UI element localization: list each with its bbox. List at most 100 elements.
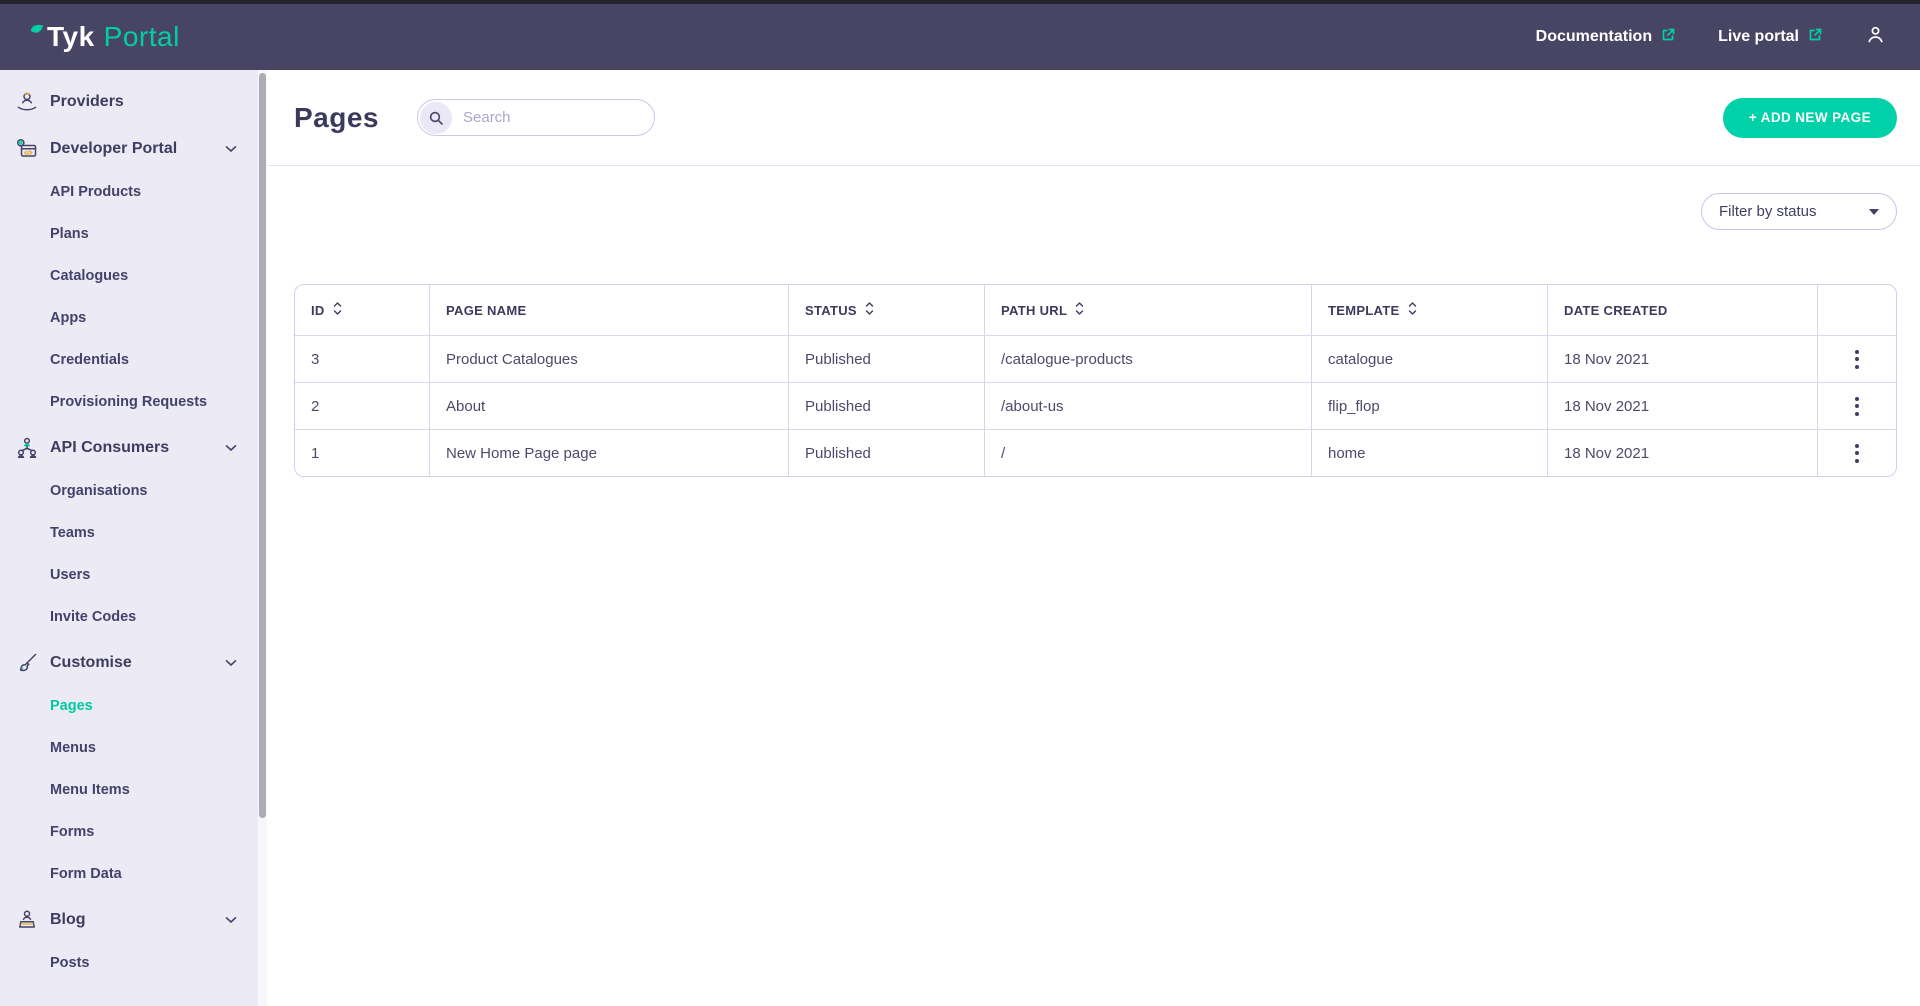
sidebar-item-api-products[interactable]: API Products bbox=[0, 171, 267, 213]
sidebar-item-label: Posts bbox=[50, 955, 90, 971]
documentation-link[interactable]: Documentation bbox=[1536, 27, 1676, 48]
sidebar-item-form-data[interactable]: Form Data bbox=[0, 853, 267, 895]
topbar-links: Documentation Live portal bbox=[1536, 24, 1886, 50]
chevron-down-icon bbox=[225, 916, 237, 924]
sidebar-scrollbar-thumb[interactable] bbox=[259, 73, 266, 818]
search-box bbox=[417, 99, 655, 136]
column-header-page-name[interactable]: PAGE NAME bbox=[429, 285, 788, 335]
column-header-path-url[interactable]: PATH URL bbox=[984, 285, 1311, 335]
cell-template: catalogue bbox=[1311, 335, 1547, 382]
row-actions-kebab-button[interactable] bbox=[1845, 391, 1869, 422]
cell-template: flip_flop bbox=[1311, 382, 1547, 429]
sidebar-item-label: Teams bbox=[50, 525, 95, 541]
filter-by-status-dropdown[interactable]: Filter by status bbox=[1701, 193, 1897, 230]
row-actions-kebab-button[interactable] bbox=[1845, 438, 1869, 469]
sidebar-item-label: Blog bbox=[50, 911, 86, 929]
chevron-down-icon bbox=[225, 444, 237, 452]
sidebar-item-label: Form Data bbox=[50, 866, 122, 882]
sidebar-item-apps[interactable]: Apps bbox=[0, 297, 267, 339]
dropdown-caret-icon bbox=[1869, 209, 1879, 215]
column-label: STATUS bbox=[805, 303, 857, 318]
cell-id: 1 bbox=[295, 429, 429, 476]
cell-path-url: / bbox=[984, 429, 1311, 476]
sidebar-item-label: Providers bbox=[50, 93, 124, 111]
column-header-status[interactable]: STATUS bbox=[788, 285, 984, 335]
cell-date-created: 18 Nov 2021 bbox=[1547, 429, 1817, 476]
sidebar: Providers Developer Portal API Products … bbox=[0, 70, 267, 1006]
cell-status: Published bbox=[788, 382, 984, 429]
sidebar-item-invite-codes[interactable]: Invite Codes bbox=[0, 596, 267, 638]
topbar: Tyk Portal Documentation Live portal bbox=[0, 4, 1920, 70]
developer-portal-icon bbox=[14, 136, 40, 162]
sidebar-item-catalogues[interactable]: Catalogues bbox=[0, 255, 267, 297]
column-header-template[interactable]: TEMPLATE bbox=[1311, 285, 1547, 335]
tyk-leaf-icon bbox=[30, 23, 44, 41]
cell-page-name: New Home Page page bbox=[429, 429, 788, 476]
column-label: PATH URL bbox=[1001, 303, 1067, 318]
row-actions-kebab-button[interactable] bbox=[1845, 344, 1869, 375]
table-row: 3 Product Catalogues Published /catalogu… bbox=[295, 335, 1896, 382]
cell-path-url: /about-us bbox=[984, 382, 1311, 429]
table-row: 1 New Home Page page Published / home 18… bbox=[295, 429, 1896, 476]
sidebar-item-label: Organisations bbox=[50, 483, 148, 499]
logo-brand-text: Tyk bbox=[47, 21, 95, 53]
cell-id: 2 bbox=[295, 382, 429, 429]
sidebar-item-credentials[interactable]: Credentials bbox=[0, 339, 267, 381]
sort-icon bbox=[1075, 301, 1084, 319]
page-header: Pages + ADD NEW PAGE bbox=[267, 70, 1920, 166]
sidebar-item-label: Catalogues bbox=[50, 268, 128, 284]
sidebar-item-label: API Products bbox=[50, 184, 141, 200]
search-input[interactable] bbox=[452, 109, 652, 126]
sidebar-item-organisations[interactable]: Organisations bbox=[0, 470, 267, 512]
sidebar-item-users[interactable]: Users bbox=[0, 554, 267, 596]
external-link-icon bbox=[1660, 27, 1676, 48]
user-menu-button[interactable] bbox=[1865, 24, 1886, 50]
cell-status: Published bbox=[788, 335, 984, 382]
cell-template: home bbox=[1311, 429, 1547, 476]
sort-icon bbox=[333, 301, 342, 319]
column-label: ID bbox=[311, 303, 325, 318]
chevron-down-icon bbox=[225, 145, 237, 153]
tyk-portal-logo[interactable]: Tyk Portal bbox=[30, 21, 180, 53]
column-label: TEMPLATE bbox=[1328, 303, 1400, 318]
filter-row: Filter by status bbox=[267, 166, 1920, 230]
cell-page-name: About bbox=[429, 382, 788, 429]
sidebar-item-menu-items[interactable]: Menu Items bbox=[0, 769, 267, 811]
sidebar-item-label: Provisioning Requests bbox=[50, 394, 207, 410]
sidebar-item-pages[interactable]: Pages bbox=[0, 685, 267, 727]
sidebar-item-providers[interactable]: Providers bbox=[0, 80, 267, 124]
sidebar-item-blog[interactable]: Blog bbox=[0, 898, 267, 942]
page-title: Pages bbox=[294, 102, 379, 134]
sidebar-item-label: Invite Codes bbox=[50, 609, 136, 625]
sidebar-item-label: Menu Items bbox=[50, 782, 130, 798]
sidebar-item-menus[interactable]: Menus bbox=[0, 727, 267, 769]
live-portal-link-label: Live portal bbox=[1718, 28, 1799, 46]
add-new-page-button[interactable]: + ADD NEW PAGE bbox=[1723, 98, 1897, 138]
sidebar-item-label: Apps bbox=[50, 310, 86, 326]
sort-icon bbox=[865, 301, 874, 319]
sidebar-item-label: Credentials bbox=[50, 352, 129, 368]
user-icon bbox=[1865, 24, 1886, 50]
cell-status: Published bbox=[788, 429, 984, 476]
column-header-date-created: DATE CREATED bbox=[1547, 285, 1817, 335]
table-header-row: ID PAGE NAME STATUS PATH URL bbox=[295, 285, 1896, 335]
sidebar-item-forms[interactable]: Forms bbox=[0, 811, 267, 853]
sidebar-item-developer-portal[interactable]: Developer Portal bbox=[0, 127, 267, 171]
sidebar-item-plans[interactable]: Plans bbox=[0, 213, 267, 255]
sidebar-item-label: Plans bbox=[50, 226, 89, 242]
customise-icon bbox=[14, 650, 40, 676]
sidebar-item-label: Forms bbox=[50, 824, 94, 840]
sidebar-item-posts[interactable]: Posts bbox=[0, 942, 267, 984]
cell-date-created: 18 Nov 2021 bbox=[1547, 382, 1817, 429]
cell-page-name: Product Catalogues bbox=[429, 335, 788, 382]
api-consumers-icon bbox=[14, 435, 40, 461]
column-header-id[interactable]: ID bbox=[295, 285, 429, 335]
sidebar-item-provisioning-requests[interactable]: Provisioning Requests bbox=[0, 381, 267, 423]
sidebar-item-teams[interactable]: Teams bbox=[0, 512, 267, 554]
sidebar-item-customise[interactable]: Customise bbox=[0, 641, 267, 685]
sort-icon bbox=[1408, 301, 1417, 319]
column-label: PAGE NAME bbox=[446, 303, 526, 318]
sidebar-item-api-consumers[interactable]: API Consumers bbox=[0, 426, 267, 470]
sidebar-item-label: Users bbox=[50, 567, 90, 583]
live-portal-link[interactable]: Live portal bbox=[1718, 27, 1823, 48]
